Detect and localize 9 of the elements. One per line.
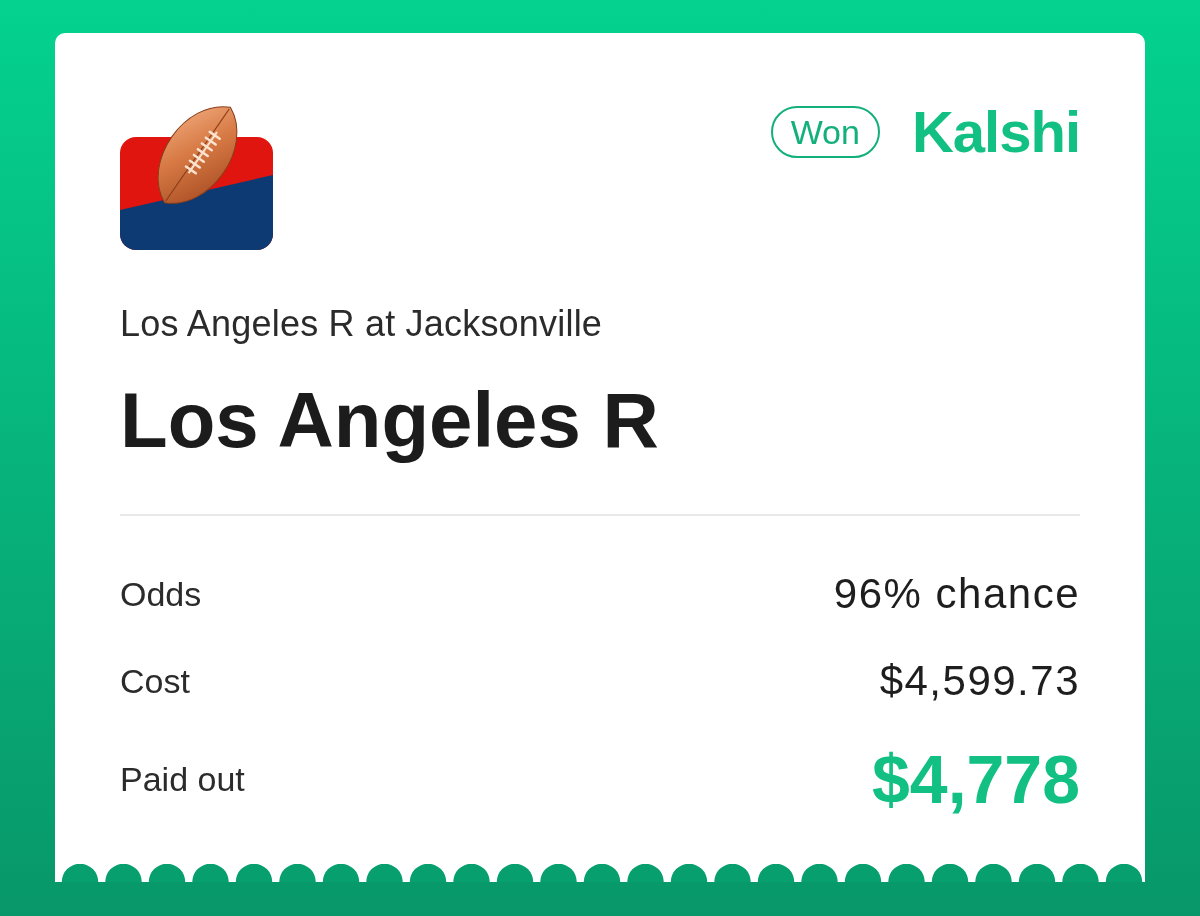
payout-amount: $4,778 [872, 744, 1080, 813]
brand-name: Kalshi [911, 103, 1080, 161]
event-title: Los Angeles R at Jacksonville [120, 302, 603, 346]
detail-label: Cost [120, 663, 190, 698]
detail-label: Paid out [120, 761, 245, 796]
detail-value: $4,599.73 [879, 659, 1080, 702]
detail-value: 96% chance [833, 572, 1080, 615]
detail-label: Odds [120, 576, 202, 611]
status-badge: Won [770, 106, 880, 158]
